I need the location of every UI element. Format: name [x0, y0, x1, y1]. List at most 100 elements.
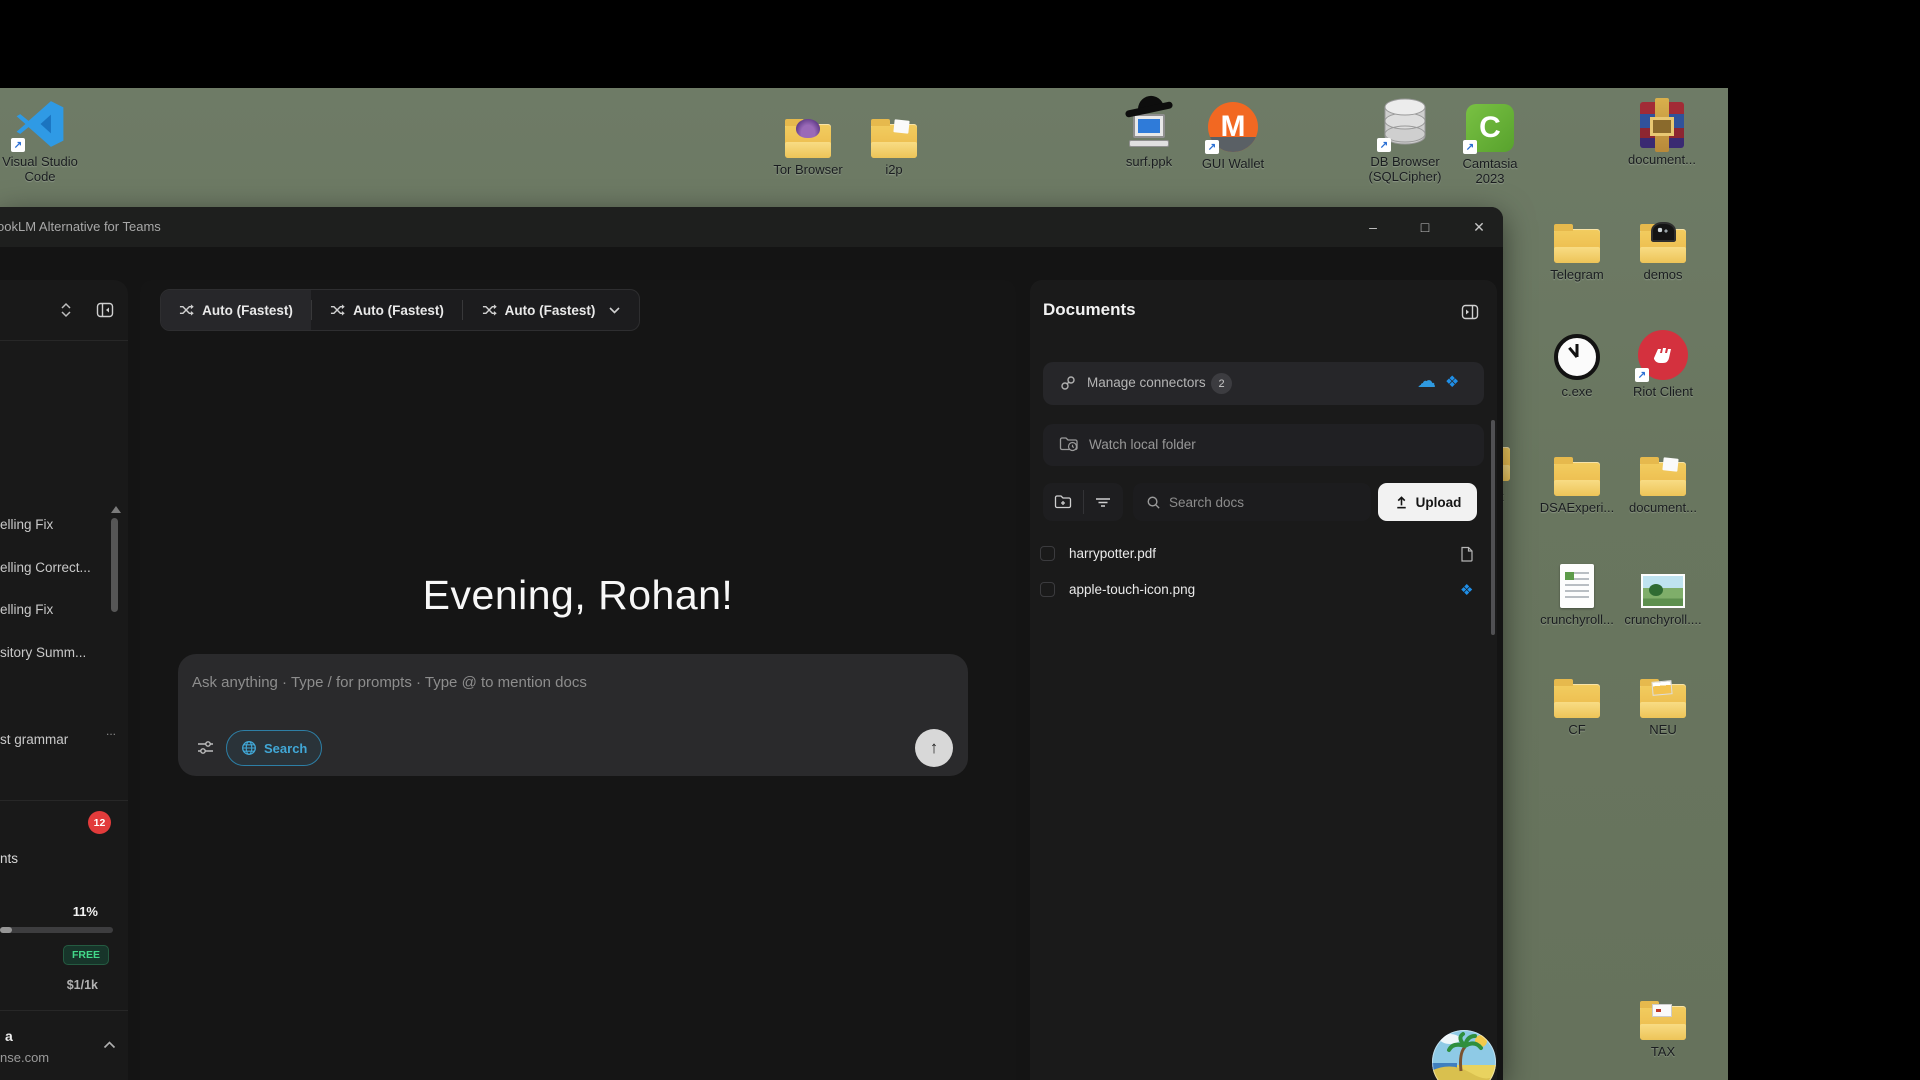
desktop-icon-c-exe[interactable]: c.exe: [1535, 320, 1619, 399]
upload-icon: [1394, 495, 1409, 510]
watch-local-folder-row[interactable]: Watch local folder: [1043, 424, 1484, 466]
file-checkbox[interactable]: [1040, 582, 1055, 597]
file-checkbox[interactable]: [1040, 546, 1055, 561]
usage-progress-bar: [0, 927, 113, 933]
file-row[interactable]: harrypotter.pdf: [1030, 538, 1497, 572]
desktop-icon-label: Visual Studio Code: [2, 154, 78, 185]
notification-badge: 12: [88, 811, 111, 834]
folder-paper-icon: [1640, 436, 1686, 496]
manage-connectors-label: Manage connectors: [1087, 375, 1206, 390]
file-name: apple-touch-icon.png: [1069, 582, 1195, 597]
web-search-toggle[interactable]: Search: [226, 730, 322, 766]
desktop-icon-gui-wallet[interactable]: M ↗ GUI Wallet: [1191, 92, 1275, 171]
camtasia-icon: C ↗: [1466, 92, 1514, 152]
vscode-icon: ↗: [14, 90, 66, 150]
plan-badge: FREE: [63, 945, 109, 965]
sidebar-nav-item[interactable]: nts: [0, 851, 120, 871]
minimize-button[interactable]: –: [1360, 215, 1386, 239]
close-button[interactable]: ✕: [1466, 215, 1492, 239]
folder-icon: [1554, 203, 1600, 263]
documents-panel: Documents Manage connectors 2 ☁ ❖ Watch …: [1030, 280, 1497, 1080]
desktop-icon-telegram[interactable]: Telegram: [1535, 203, 1619, 282]
image-file-icon: [1641, 548, 1685, 608]
sidebar-item-chat[interactable]: elling Fix: [0, 602, 120, 622]
account-domain: nse.com: [0, 1050, 49, 1065]
divider: [0, 800, 128, 801]
shortcut-arrow-icon: ↗: [1635, 368, 1649, 382]
desktop-icon-demos[interactable]: demos: [1621, 203, 1705, 282]
clock-icon: [1554, 320, 1600, 380]
manage-connectors-row[interactable]: Manage connectors 2 ☁ ❖: [1043, 362, 1484, 405]
desktop-icon-tor-browser[interactable]: Tor Browser: [766, 98, 850, 177]
desktop-icon-crunchyroll-doc[interactable]: crunchyroll...: [1535, 548, 1619, 627]
watch-local-folder-label: Watch local folder: [1089, 437, 1196, 452]
folder-lens-icon: [1640, 203, 1686, 263]
add-folder-button[interactable]: [1043, 483, 1083, 521]
folder-icon: [1554, 658, 1600, 718]
file-name: harrypotter.pdf: [1069, 546, 1156, 561]
onedrive-icon: ☁: [1417, 370, 1436, 393]
shortcut-arrow-icon: ↗: [1377, 138, 1391, 152]
model-option-2[interactable]: Auto (Fastest): [312, 290, 462, 330]
rate-label: $1/1k: [67, 978, 98, 992]
folder-mail-icon: [1640, 980, 1686, 1040]
up-arrow-icon: ↑: [930, 738, 939, 758]
sidebar-item-chat[interactable]: st grammar: [0, 732, 104, 752]
folder-photo-icon: [1640, 658, 1686, 718]
dropbox-icon: ❖: [1460, 581, 1473, 599]
sidebar-item-chat[interactable]: sitory Summ...: [0, 645, 120, 665]
divider: [0, 1010, 128, 1011]
filter-icon: [1095, 495, 1111, 509]
shortcut-arrow-icon: ↗: [1205, 140, 1219, 154]
greeting: Evening, Rohan!: [140, 572, 1016, 619]
desktop-icon-visual-studio-code[interactable]: ↗ Visual Studio Code: [0, 90, 82, 185]
connector-link-icon: [1059, 374, 1077, 392]
file-row[interactable]: apple-touch-icon.png ❖: [1030, 574, 1497, 608]
sidebar-item-chat[interactable]: elling Correct...: [0, 560, 120, 580]
documents-title: Documents: [1043, 300, 1136, 320]
desktop-icon-cf[interactable]: CF: [1535, 658, 1619, 737]
usage-progress-fill: [0, 927, 12, 933]
overflow-dots-icon[interactable]: ...: [106, 724, 116, 738]
search-icon: [1145, 494, 1161, 510]
desktop-icon-db-browser[interactable]: ↗ DB Browser (SQLCipher): [1363, 90, 1447, 185]
documents-scrollbar[interactable]: [1491, 420, 1495, 635]
collapse-documents-icon[interactable]: [1458, 302, 1482, 322]
sidebar-item-chat[interactable]: elling Fix: [0, 517, 120, 537]
tropical-island-icon[interactable]: [1431, 1029, 1497, 1080]
globe-icon: [241, 740, 257, 756]
chevron-up-icon[interactable]: [100, 1038, 118, 1052]
chat-panel: Auto (Fastest) Auto (Fastest) Auto (Fast…: [140, 280, 1016, 1080]
scrollbar-up-arrow[interactable]: [111, 506, 121, 513]
prompt-input[interactable]: Ask anything · Type / for prompts · Type…: [178, 654, 968, 776]
winrar-books-icon: [1640, 88, 1684, 148]
window-title: ookLM Alternative for Teams: [0, 219, 161, 234]
desktop-icon-dsaexperiment[interactable]: DSAExperi...: [1535, 436, 1619, 515]
desktop-icon-i2p[interactable]: i2p: [852, 98, 936, 177]
shuffle-icon: [330, 303, 345, 317]
collapse-sidebar-icon[interactable]: [94, 299, 116, 321]
docs-toolbar-group: [1043, 483, 1123, 521]
sidebar-scrollbar[interactable]: [111, 518, 118, 612]
desktop-icon-surf-ppk[interactable]: surf.ppk: [1107, 90, 1191, 169]
desktop-icon-neu[interactable]: NEU: [1621, 658, 1705, 737]
docs-search-input[interactable]: [1169, 483, 1359, 521]
send-button[interactable]: ↑: [915, 729, 953, 767]
desktop-icon-camtasia[interactable]: C ↗ Camtasia 2023: [1448, 92, 1532, 187]
upload-button[interactable]: Upload: [1378, 483, 1477, 521]
monero-icon: M ↗: [1208, 92, 1258, 152]
sort-icon[interactable]: [56, 300, 76, 320]
shuffle-icon: [179, 303, 194, 317]
desktop-icon-document-folder[interactable]: document...: [1621, 436, 1705, 515]
model-option-3[interactable]: Auto (Fastest): [463, 290, 639, 330]
desktop-icon-tax[interactable]: TAX: [1621, 980, 1705, 1059]
filter-button[interactable]: [1084, 483, 1124, 521]
desktop-icon-riot-client[interactable]: ↗ Riot Client: [1621, 320, 1705, 399]
sliders-icon[interactable]: [194, 736, 216, 758]
database-icon: ↗: [1380, 90, 1430, 150]
model-option-1[interactable]: Auto (Fastest): [161, 290, 311, 330]
maximize-button[interactable]: □: [1412, 215, 1438, 239]
folder-watch-icon: [1059, 435, 1079, 453]
desktop-icon-crunchyroll-img[interactable]: crunchyroll....: [1621, 548, 1705, 627]
desktop-icon-document-archive[interactable]: document...: [1620, 88, 1704, 167]
